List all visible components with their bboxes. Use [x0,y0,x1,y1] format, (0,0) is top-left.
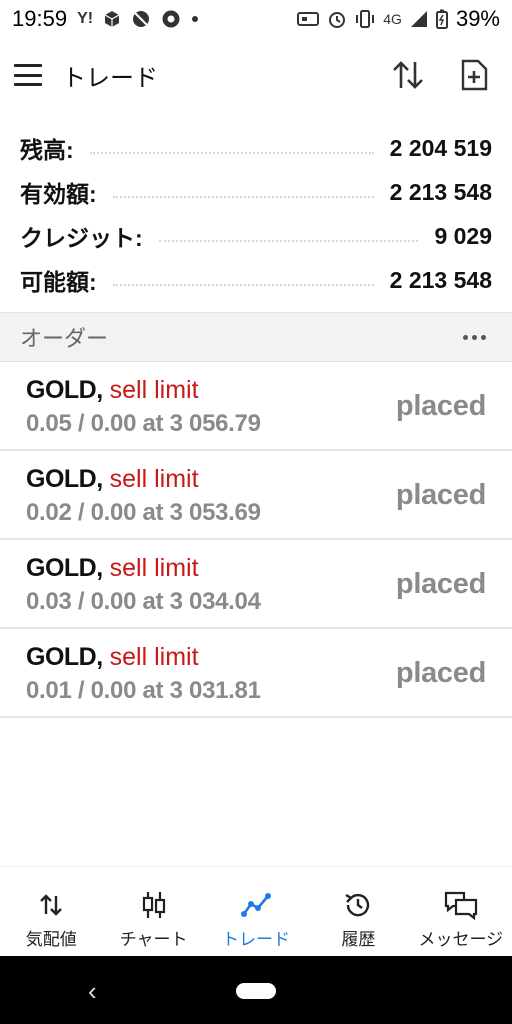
home-pill[interactable] [236,983,276,999]
order-row[interactable]: GOLD, sell limit 0.05 / 0.00 at 3 056.79… [0,362,512,451]
dotted-leader [89,152,374,154]
app-bar: トレード [0,38,512,112]
order-detail: 0.05 / 0.00 at 3 056.79 [26,410,261,437]
orders-list: GOLD, sell limit 0.05 / 0.00 at 3 056.79… [0,362,512,718]
history-icon [343,889,373,921]
equity-value: 2 213 548 [389,178,492,205]
order-status: placed [395,568,486,600]
system-navigation-bar: ‹ [0,956,512,1024]
back-icon[interactable]: ‹ [88,976,97,1007]
balance-row: 残高: 2 204 519 [0,126,512,170]
balance-label: 残高: [20,137,74,163]
credit-label: クレジット: [20,225,143,251]
battery-percent: 39% [455,6,500,31]
free-margin-label: 可能額: [20,269,97,295]
order-row[interactable]: GOLD, sell limit 0.03 / 0.00 at 3 034.04… [0,540,512,629]
order-type: sell limit [109,643,199,671]
signal-icon [410,10,428,28]
vpn-icon [297,10,320,28]
alarm-icon [327,9,347,29]
nav-label: チャート [119,930,188,949]
cube-icon [103,10,121,28]
nav-chart[interactable]: チャート [102,867,204,956]
menu-icon[interactable] [14,64,42,86]
order-type: sell limit [109,376,199,404]
yahoo-icon: Y! [77,10,94,27]
credit-value: 9 029 [434,222,492,249]
orders-section-title: オーダー [20,326,109,351]
more-options-icon[interactable] [457,329,492,346]
order-detail: 0.02 / 0.00 at 3 053.69 [26,499,261,526]
nav-trade[interactable]: トレード [205,867,307,956]
nav-label: 気配値 [25,930,77,949]
nav-messages[interactable]: メッセージ [410,867,512,956]
candlestick-icon [140,889,168,921]
order-symbol: GOLD, [26,554,103,582]
trade-line-icon [240,889,272,921]
clock: 19:59 [12,6,68,31]
sort-icon[interactable] [392,60,424,90]
page-title: トレード [62,64,158,92]
dotted-leader [112,284,374,286]
notification-dot-icon [191,15,199,23]
credit-row: クレジット: 9 029 [0,214,512,258]
orders-section-header: オーダー [0,312,512,362]
order-row[interactable]: GOLD, sell limit 0.02 / 0.00 at 3 053.69… [0,451,512,540]
status-bar: 19:59 Y! 4G 39% [0,0,512,38]
chrome-icon [161,9,181,29]
nav-history[interactable]: 履歴 [307,867,409,956]
dotted-leader [112,196,374,198]
nav-label: メッセージ [418,930,504,949]
equity-label: 有効額: [20,181,97,207]
balance-value: 2 204 519 [389,134,492,161]
order-symbol: GOLD, [26,465,103,493]
order-type: sell limit [109,465,199,493]
battery-icon [435,9,448,29]
network-type: 4G [383,11,402,27]
quotes-arrows-icon [38,889,64,921]
equity-row: 有効額: 2 213 548 [0,170,512,214]
order-detail: 0.01 / 0.00 at 3 031.81 [26,677,261,704]
vibrate-icon [355,9,375,29]
order-status: placed [395,479,486,511]
nav-label: 履歴 [341,930,376,949]
order-type: sell limit [109,554,199,582]
balance-panel: 残高: 2 204 519 有効額: 2 213 548 クレジット: 9 02… [0,126,512,302]
order-status: placed [395,657,486,689]
order-symbol: GOLD, [26,643,103,671]
bottom-navigation: 気配値 チャート トレード 履歴 メッセージ [0,866,512,956]
dotted-leader [158,240,419,242]
nav-quotes[interactable]: 気配値 [0,867,102,956]
order-detail: 0.03 / 0.00 at 3 034.04 [26,588,261,615]
order-row[interactable]: GOLD, sell limit 0.01 / 0.00 at 3 031.81… [0,629,512,718]
free-margin-value: 2 213 548 [389,266,492,293]
order-symbol: GOLD, [26,376,103,404]
new-order-icon[interactable] [460,59,488,91]
free-margin-row: 可能額: 2 213 548 [0,258,512,302]
nav-label: トレード [222,930,291,949]
order-status: placed [395,390,486,422]
messages-icon [444,889,478,921]
no-location-icon [131,9,151,29]
